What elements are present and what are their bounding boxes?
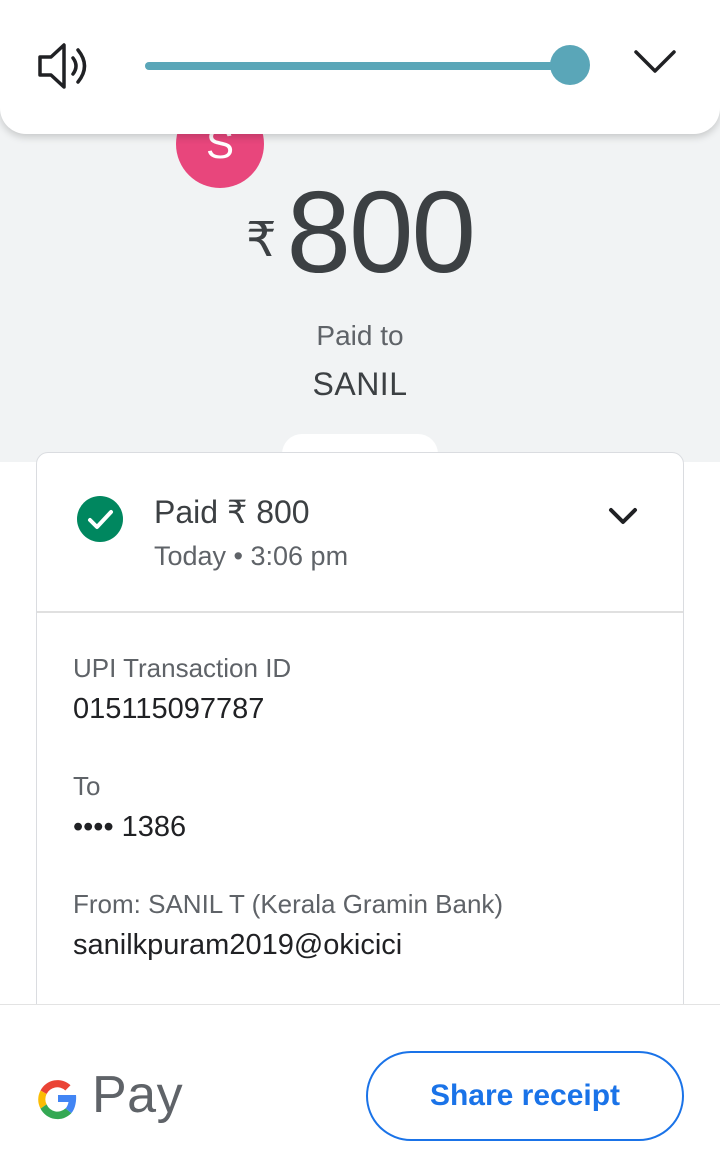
currency-symbol: ₹ xyxy=(245,214,277,267)
chevron-down-icon[interactable] xyxy=(630,44,680,80)
volume-slider-track[interactable] xyxy=(145,62,571,70)
expand-chevron-icon[interactable] xyxy=(605,503,641,529)
volume-slider-thumb[interactable] xyxy=(550,45,590,85)
card-divider xyxy=(37,611,683,613)
check-circle-icon xyxy=(77,496,123,542)
payment-receipt-screen: S ₹800 Paid to SANIL Paid ₹ 800 Today • … xyxy=(0,0,720,1150)
volume-panel xyxy=(0,0,720,134)
upi-transaction-id-value: 015115097787 xyxy=(73,693,265,725)
amount-value: 800 xyxy=(286,167,477,297)
paid-status-title: Paid ₹ 800 xyxy=(154,494,310,530)
to-label: To xyxy=(73,771,101,801)
paid-status-time: Today • 3:06 pm xyxy=(154,541,349,571)
volume-slider-fill xyxy=(145,62,554,70)
paid-to-label: Paid to xyxy=(316,320,404,351)
from-label: From: SANIL T (Kerala Gramin Bank) xyxy=(73,889,504,919)
to-account-value: •••• 1386 xyxy=(73,811,187,843)
payee-name: SANIL xyxy=(312,366,408,402)
from-upi-id-value: sanilkpuram2019@okicici xyxy=(73,929,403,961)
upi-transaction-id-label: UPI Transaction ID xyxy=(73,653,292,683)
transaction-details-card: Paid ₹ 800 Today • 3:06 pm UPI Transacti… xyxy=(36,452,684,1052)
speaker-icon[interactable] xyxy=(34,38,96,94)
gpay-logo-text: Pay xyxy=(92,1066,184,1124)
bottom-action-bar: Pay Share receipt xyxy=(0,1004,720,1150)
payment-amount: ₹800 xyxy=(0,172,720,292)
share-receipt-button[interactable]: Share receipt xyxy=(366,1051,684,1141)
